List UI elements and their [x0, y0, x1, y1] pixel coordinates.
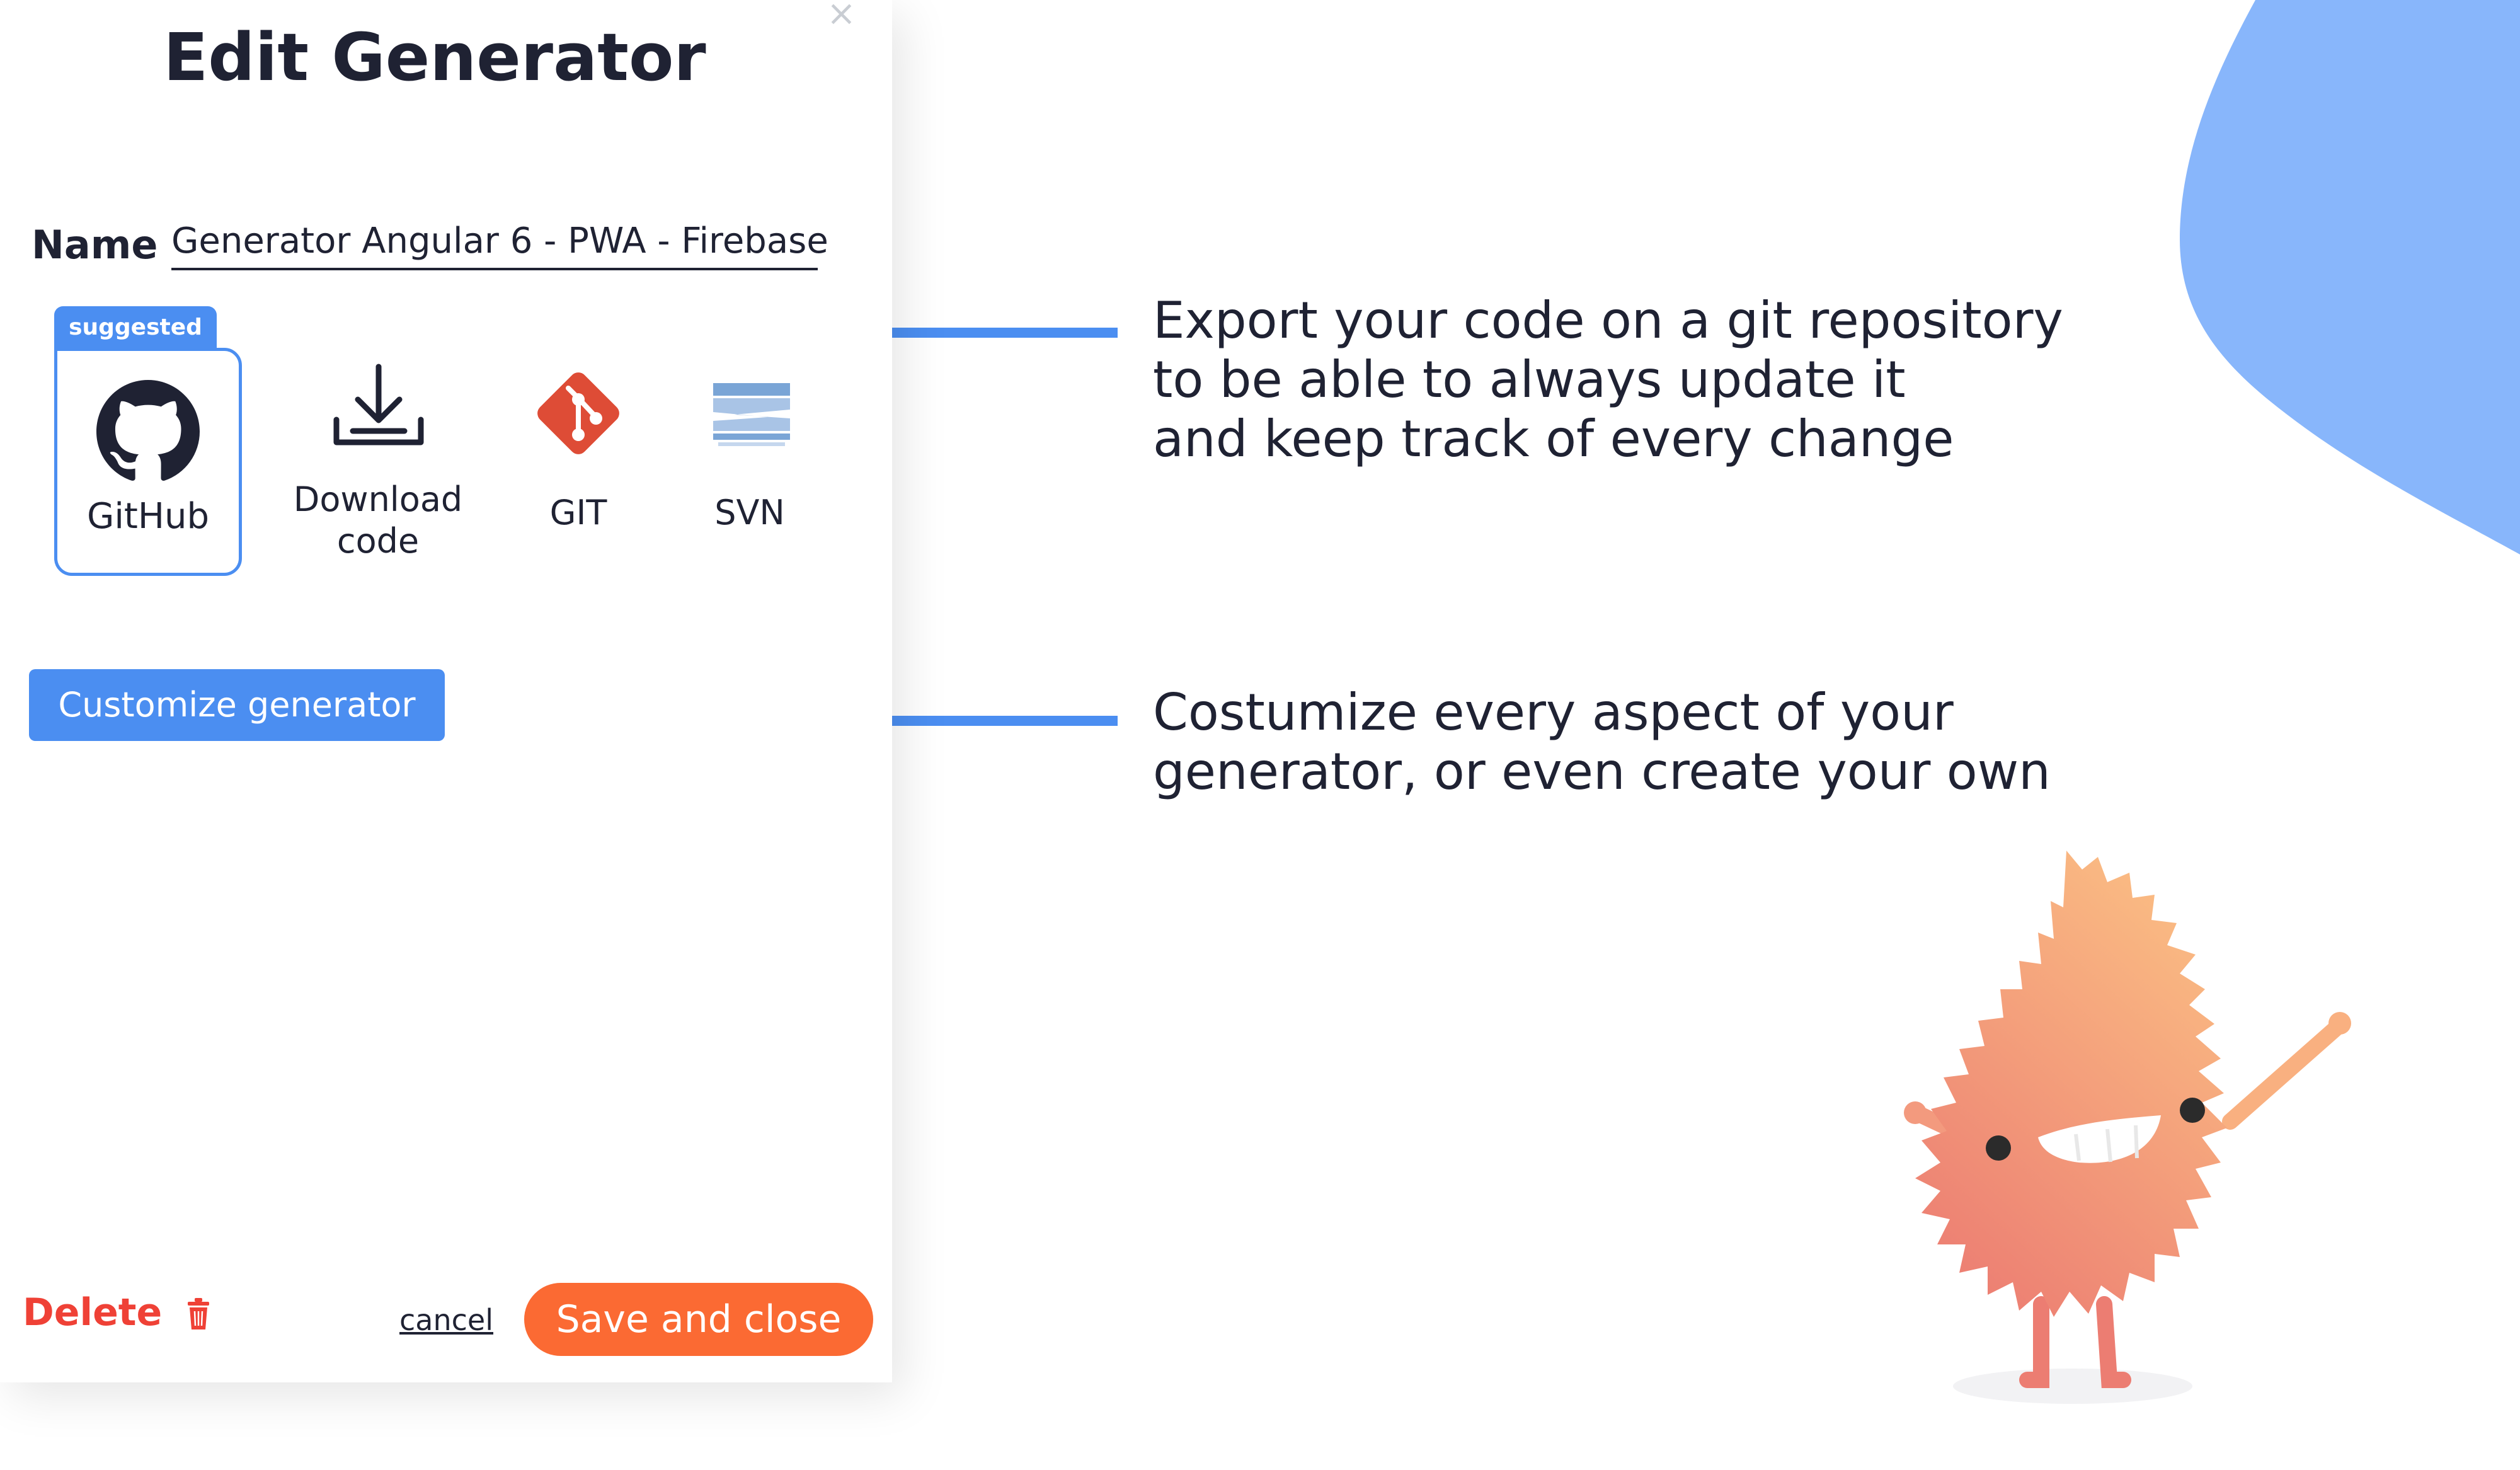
name-input[interactable]: Generator Angular 6 - PWA - Firebase: [171, 221, 828, 270]
export-option-git[interactable]: GIT: [515, 353, 641, 561]
export-option-label-line: code: [336, 521, 420, 561]
callout-export-line: to be able to always update it: [1153, 350, 1906, 409]
git-icon: [537, 372, 619, 454]
export-option-github[interactable]: GitHub: [54, 348, 242, 576]
export-option-label: Download code: [271, 479, 485, 562]
page-title: Edit Generator: [163, 19, 706, 96]
svn-icon: [713, 383, 790, 446]
name-label: Name: [32, 222, 158, 268]
callout-customize-line: generator, or even create your own: [1153, 742, 2051, 801]
page: Export your code on a git repository to …: [0, 0, 2520, 1470]
customize-generator-button[interactable]: Customize generator: [29, 669, 445, 741]
cancel-link[interactable]: cancel: [399, 1303, 493, 1337]
download-icon: [333, 364, 424, 445]
callout-customize-line: Costumize every aspect of your: [1153, 683, 1954, 742]
github-icon: [96, 380, 200, 481]
export-option-download[interactable]: Download code: [271, 353, 485, 580]
export-option-svn[interactable]: SVN: [687, 353, 813, 561]
decorative-blob: [2180, 0, 2520, 554]
trash-icon: [188, 1298, 210, 1330]
suggested-badge: suggested: [54, 306, 217, 349]
callout-customize: Costumize every aspect of your generator…: [1153, 683, 2051, 801]
export-option-label: GIT: [549, 493, 607, 532]
edit-generator-panel: × Edit Generator Name Generator Angular …: [0, 0, 892, 1382]
delete-button[interactable]: Delete: [23, 1290, 210, 1335]
monster-mascot-illustration: [1904, 851, 2351, 1404]
export-option-label-line: Download: [293, 479, 463, 519]
callout-export-line: and keep track of every change: [1153, 410, 1954, 468]
callout-export: Export your code on a git repository to …: [1153, 291, 2063, 469]
save-and-close-button[interactable]: Save and close: [524, 1283, 873, 1356]
export-option-label: GitHub: [86, 496, 210, 537]
export-option-label: SVN: [714, 493, 785, 532]
delete-label: Delete: [23, 1290, 163, 1335]
callout-export-line: Export your code on a git repository: [1153, 291, 2063, 350]
